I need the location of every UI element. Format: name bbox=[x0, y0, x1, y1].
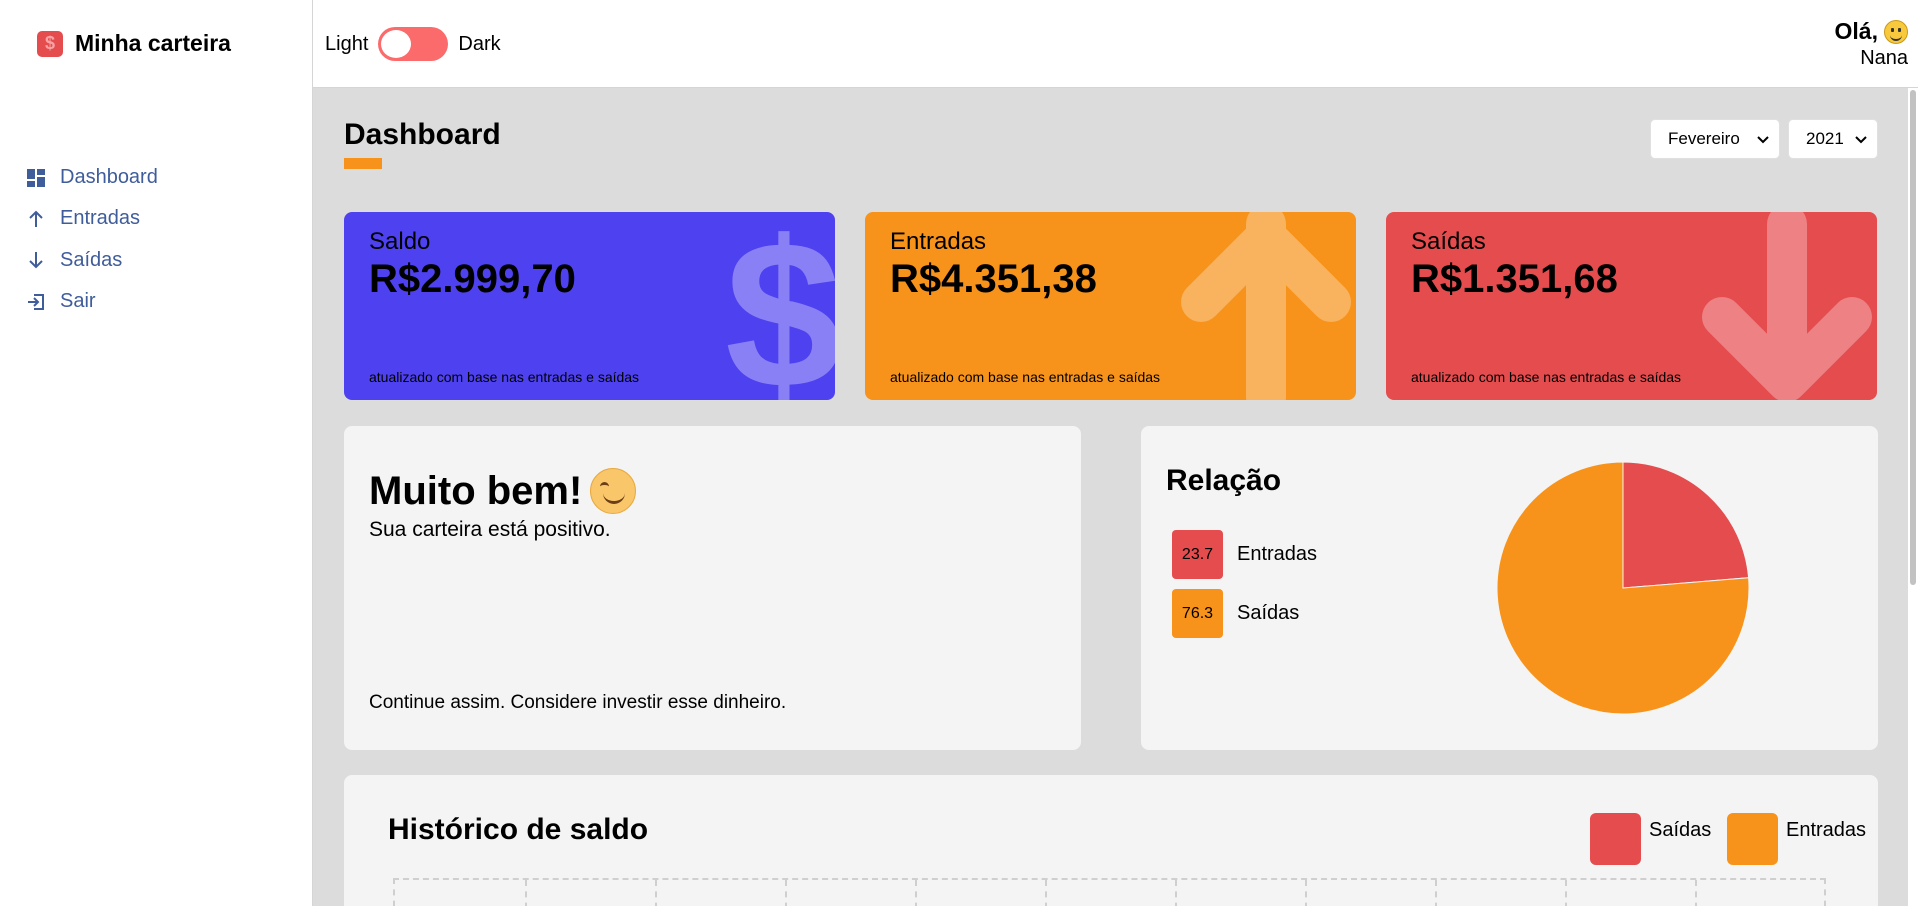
pie-slice-entradas bbox=[1622, 461, 1750, 589]
sidebar-item-entradas[interactable]: Entradas bbox=[26, 198, 158, 239]
main-content: Dashboard Fevereiro 2021 $ Saldo R$2.999… bbox=[313, 88, 1918, 906]
app-name: Minha carteira bbox=[75, 30, 231, 56]
arrow-up-icon bbox=[29, 210, 43, 227]
legend-label: Entradas bbox=[1237, 543, 1318, 565]
card-value: R$1.351,68 bbox=[1411, 257, 1618, 301]
switch-knob bbox=[381, 30, 412, 58]
sidebar-item-label: Entradas bbox=[60, 207, 141, 230]
card-value: R$4.351,38 bbox=[890, 257, 1097, 301]
sidebar-item-saidas[interactable]: Saídas bbox=[26, 240, 158, 281]
theme-dark-label: Dark bbox=[458, 32, 501, 55]
message-title: Muito bem! bbox=[369, 468, 637, 514]
saldo-card: $ Saldo R$2.999,70 atualizado com base n… bbox=[344, 212, 835, 400]
card-title: Saldo bbox=[369, 228, 431, 255]
sidebar-item-dashboard[interactable]: Dashboard bbox=[26, 157, 158, 198]
legend-label: Saídas bbox=[1237, 602, 1300, 624]
sidebar-item-label: Dashboard bbox=[60, 166, 158, 189]
sidebar-item-label: Sair bbox=[60, 290, 96, 313]
theme-toggle: Light Dark bbox=[325, 27, 501, 61]
arrow-down-icon bbox=[1702, 212, 1872, 400]
year-select[interactable]: 2021 bbox=[1788, 119, 1878, 159]
arrow-down-icon bbox=[29, 252, 43, 269]
message-panel: Muito bem! Sua carteira está positivo. C… bbox=[344, 426, 1081, 750]
message-subtitle: Sua carteira está positivo. bbox=[369, 518, 611, 541]
relation-title: Relação bbox=[1166, 464, 1282, 497]
chevron-down-icon bbox=[1855, 136, 1867, 144]
dashboard-icon bbox=[27, 168, 45, 187]
top-header: Light Dark Olá, Nana bbox=[313, 0, 1918, 88]
saidas-card: Saídas R$1.351,68 atualizado com base na… bbox=[1386, 212, 1877, 400]
card-footer: atualizado com base nas entradas e saída… bbox=[890, 369, 1161, 385]
month-select-value: Fevereiro bbox=[1668, 129, 1740, 148]
sidebar-item-sair[interactable]: Sair bbox=[26, 281, 158, 322]
wallet-logo-icon: $ bbox=[37, 30, 63, 57]
card-value: R$2.999,70 bbox=[369, 257, 576, 301]
card-footer: atualizado com base nas entradas e saída… bbox=[369, 369, 640, 385]
user-greeting: Olá, Nana bbox=[1835, 18, 1908, 70]
message-title-text: Muito bem! bbox=[369, 468, 583, 513]
app-logo[interactable]: $ Minha carteira bbox=[37, 30, 231, 57]
chevron-down-icon bbox=[1757, 136, 1769, 144]
relation-pie-chart bbox=[1496, 461, 1750, 715]
user-name: Nana bbox=[1860, 47, 1908, 69]
smiley-emoji-icon bbox=[1884, 19, 1908, 44]
sidebar-menu: Dashboard Entradas Saídas Sair bbox=[26, 157, 158, 322]
legend-value-box: 76.3 bbox=[1172, 589, 1223, 638]
entradas-card: Entradas R$4.351,38 atualizado com base … bbox=[865, 212, 1356, 400]
history-legend-item: Entradas bbox=[1727, 813, 1866, 865]
month-select[interactable]: Fevereiro bbox=[1650, 119, 1780, 159]
history-title: Histórico de saldo bbox=[388, 813, 649, 846]
logout-icon bbox=[28, 293, 44, 310]
legend-swatch bbox=[1590, 813, 1641, 865]
theme-light-label: Light bbox=[325, 32, 369, 55]
legend-item: 23.7 Entradas bbox=[1172, 530, 1317, 579]
history-panel: Histórico de saldo Saídas Entradas bbox=[344, 775, 1878, 906]
legend-swatch bbox=[1727, 813, 1778, 865]
legend-label: Entradas bbox=[1786, 818, 1867, 841]
legend-value-box: 23.7 bbox=[1172, 530, 1223, 579]
message-footer: Continue assim. Considere investir esse … bbox=[369, 692, 787, 713]
dollar-icon: $ bbox=[725, 212, 835, 400]
sidebar-item-label: Saídas bbox=[60, 248, 123, 271]
card-footer: atualizado com base nas entradas e saída… bbox=[1411, 369, 1682, 385]
history-legend-item: Saídas bbox=[1590, 813, 1711, 865]
card-title: Saídas bbox=[1411, 228, 1486, 255]
page-scrollbar[interactable] bbox=[1908, 88, 1918, 906]
relation-panel: Relação 23.7 Entradas 76.3 Saídas bbox=[1141, 426, 1878, 750]
legend-label: Saídas bbox=[1649, 818, 1712, 841]
scrollbar-thumb[interactable] bbox=[1910, 90, 1916, 585]
theme-switch[interactable] bbox=[378, 27, 449, 61]
arrow-up-icon bbox=[1181, 212, 1351, 400]
greeting-text: Olá, bbox=[1834, 18, 1878, 44]
history-chart-grid bbox=[393, 878, 1826, 906]
title-underline bbox=[344, 158, 382, 169]
svg-text:$: $ bbox=[725, 212, 835, 400]
hugging-face-emoji-icon bbox=[590, 468, 637, 514]
year-select-value: 2021 bbox=[1806, 129, 1844, 148]
legend-item: 76.3 Saídas bbox=[1172, 589, 1299, 638]
sidebar: $ Minha carteira Dashboard Entradas Saíd… bbox=[0, 0, 313, 906]
card-title: Entradas bbox=[890, 228, 987, 255]
page-title: Dashboard bbox=[344, 118, 501, 151]
